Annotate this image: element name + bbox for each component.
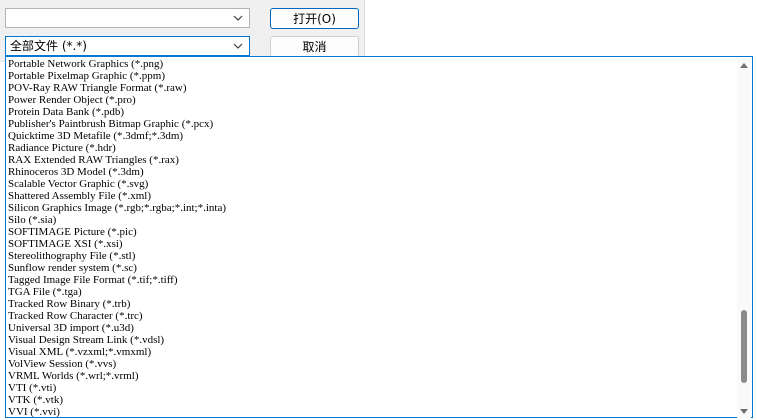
file-type-option[interactable]: VTI (*.vti) [7, 382, 735, 394]
file-type-option[interactable]: SOFTIMAGE XSI (*.xsi) [7, 238, 735, 250]
dropdown-scrollbar[interactable] [737, 58, 751, 418]
file-type-option[interactable]: Portable Network Graphics (*.png) [7, 58, 735, 70]
file-type-option[interactable]: Publisher's Paintbrush Bitmap Graphic (*… [7, 118, 735, 130]
scroll-down-arrow-icon[interactable] [737, 404, 751, 418]
file-name-combobox[interactable] [5, 8, 250, 28]
file-type-option[interactable]: Quicktime 3D Metafile (*.3dmf;*.3dm) [7, 130, 735, 142]
file-type-option[interactable]: Tracked Row Binary (*.trb) [7, 298, 735, 310]
file-type-option[interactable]: Silo (*.sia) [7, 214, 735, 226]
file-type-option[interactable]: Radiance Picture (*.hdr) [7, 142, 735, 154]
file-type-option[interactable]: Tagged Image File Format (*.tif;*.tiff) [7, 274, 735, 286]
file-type-option[interactable]: VTK (*.vtk) [7, 394, 735, 406]
file-type-option[interactable]: Tracked Row Character (*.trc) [7, 310, 735, 322]
scrollbar-thumb[interactable] [741, 310, 747, 383]
cancel-button[interactable]: 取消 [270, 36, 359, 57]
file-type-option[interactable]: Sunflow render system (*.sc) [7, 262, 735, 274]
file-type-option[interactable]: VolView Session (*.vvs) [7, 358, 735, 370]
file-type-option[interactable]: POV-Ray RAW Triangle Format (*.raw) [7, 82, 735, 94]
file-type-option[interactable]: Visual XML (*.vzxml;*.vmxml) [7, 346, 735, 358]
file-type-option[interactable]: Stereolithography File (*.stl) [7, 250, 735, 262]
file-type-option[interactable]: RAX Extended RAW Triangles (*.rax) [7, 154, 735, 166]
file-type-option[interactable]: Visual Design Stream Link (*.vdsl) [7, 334, 735, 346]
file-type-option[interactable]: Rhinoceros 3D Model (*.3dm) [7, 166, 735, 178]
file-type-combobox[interactable]: 全部文件 (*.*) [5, 36, 250, 56]
file-type-option[interactable]: Universal 3D import (*.u3d) [7, 322, 735, 334]
chevron-down-icon[interactable] [232, 9, 244, 27]
file-type-option[interactable]: Protein Data Bank (*.pdb) [7, 106, 735, 118]
file-type-option[interactable]: Power Render Object (*.pro) [7, 94, 735, 106]
file-type-option[interactable]: Silicon Graphics Image (*.rgb;*.rgba;*.i… [7, 202, 735, 214]
file-type-option[interactable]: Portable Pixelmap Graphic (*.ppm) [7, 70, 735, 82]
file-type-option[interactable]: TGA File (*.tga) [7, 286, 735, 298]
file-type-selected: 全部文件 (*.*) [10, 39, 87, 53]
file-type-option[interactable]: Shattered Assembly File (*.xml) [7, 190, 735, 202]
file-type-dropdown-list: Portable Network Graphics (*.png) Portabl… [5, 56, 753, 418]
file-type-option[interactable]: SOFTIMAGE Picture (*.pic) [7, 226, 735, 238]
chevron-down-icon[interactable] [232, 37, 244, 55]
file-type-options: Portable Network Graphics (*.png) Portabl… [7, 58, 735, 418]
file-type-option[interactable]: VVI (*.vvi) [7, 406, 735, 418]
file-type-option[interactable]: VRML Worlds (*.wrl;*.vrml) [7, 370, 735, 382]
file-type-option[interactable]: Scalable Vector Graphic (*.svg) [7, 178, 735, 190]
scroll-up-arrow-icon[interactable] [737, 58, 751, 72]
open-button[interactable]: 打开(O) [270, 8, 359, 29]
